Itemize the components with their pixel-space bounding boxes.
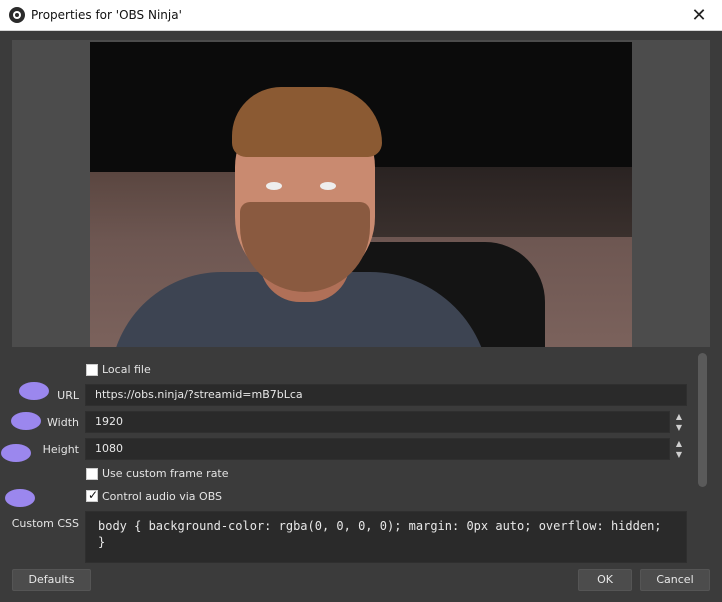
custom-css-label: Custom CSS [11,517,79,530]
annotation-blob [1,444,31,462]
local-file-label: Local file [102,363,151,376]
width-label: Width [47,416,79,429]
ok-button[interactable]: OK [578,569,632,591]
height-spinner[interactable]: ▲ ▼ [671,438,687,460]
height-input[interactable]: 1080 [85,438,670,460]
form-scrollbar[interactable] [698,353,707,487]
custom-frame-rate-label: Use custom frame rate [102,467,229,480]
width-input[interactable]: 1920 [85,411,670,433]
url-input[interactable]: https://obs.ninja/?streamid=mB7bLca [85,384,687,406]
annotation-blob [11,412,41,430]
control-audio-checkbox[interactable] [86,488,98,502]
video-foam-panel [360,167,632,237]
video-person-hair [232,87,382,157]
url-label: URL [57,389,79,402]
custom-frame-rate-checkbox[interactable] [86,468,98,480]
title-bar: Properties for 'OBS Ninja' ✕ [0,0,722,31]
spin-down-icon[interactable]: ▼ [671,449,687,460]
video-person-eye [266,182,282,190]
local-file-checkbox[interactable] [86,364,98,376]
custom-css-textarea[interactable]: body { background-color: rgba(0, 0, 0, 0… [85,511,687,563]
height-label: Height [42,443,79,456]
video-frame [90,42,632,347]
defaults-button[interactable]: Defaults [12,569,91,591]
source-preview [12,40,710,347]
control-audio-label: Control audio via OBS [102,490,223,503]
annotation-blob [5,489,35,507]
cancel-button[interactable]: Cancel [640,569,710,591]
window-title: Properties for 'OBS Ninja' [31,8,182,22]
video-person-eye [320,182,336,190]
annotation-blob [19,382,49,400]
spin-down-icon[interactable]: ▼ [671,422,687,433]
spin-up-icon[interactable]: ▲ [671,411,687,422]
obs-logo-icon [9,7,25,23]
spin-up-icon[interactable]: ▲ [671,438,687,449]
width-spinner[interactable]: ▲ ▼ [671,411,687,433]
close-icon[interactable]: ✕ [676,0,722,31]
